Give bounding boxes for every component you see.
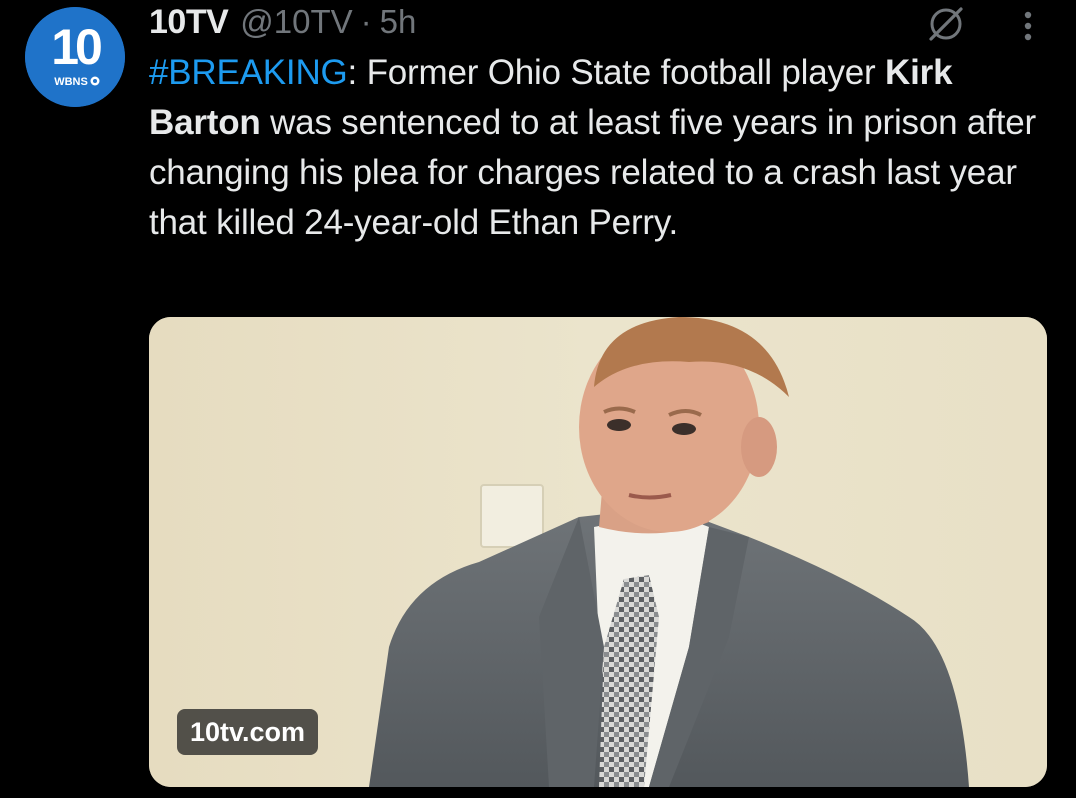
tweet-text-rest: was sentenced to at least five years in … xyxy=(149,103,1036,242)
tweet-header: 10TV @10TV · 5h xyxy=(149,2,416,42)
avatar[interactable]: 10 WBNS xyxy=(25,7,125,107)
tweet-text: #BREAKING: Former Ohio State football pl… xyxy=(149,48,1059,248)
display-name[interactable]: 10TV xyxy=(149,3,229,42)
timestamp[interactable]: 5h xyxy=(380,3,417,41)
hashtag-link[interactable]: #BREAKING xyxy=(149,53,348,92)
more-options-icon[interactable] xyxy=(1008,6,1048,46)
grok-icon[interactable] xyxy=(924,2,968,46)
separator-dot: · xyxy=(360,3,372,40)
avatar-number: 10 xyxy=(51,19,101,75)
user-handle[interactable]: @10TV xyxy=(240,3,352,41)
tweet[interactable]: 10 WBNS 10TV @10TV · 5h #BREAKING: Forme… xyxy=(0,0,1076,798)
wbns-logo-icon: 10 WBNS xyxy=(25,7,125,107)
tweet-media[interactable]: 10tv.com xyxy=(149,317,1047,787)
media-source-badge: 10tv.com xyxy=(177,709,319,755)
tweet-text-part: : Former Ohio State football player xyxy=(347,53,886,92)
avatar-station: WBNS xyxy=(54,76,88,88)
